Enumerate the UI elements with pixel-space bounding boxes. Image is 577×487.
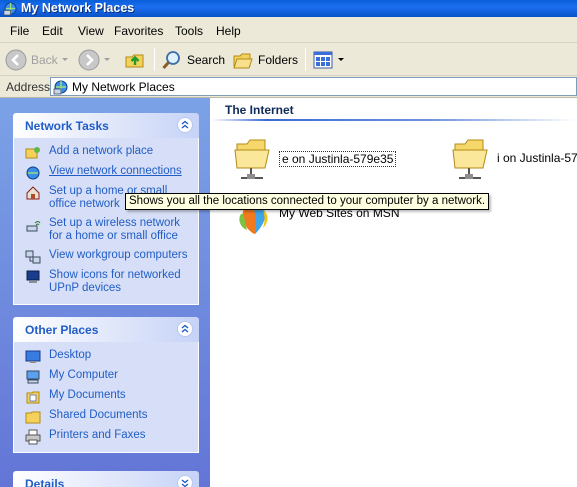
task-label: Show icons for networked UPnP devices [49,269,181,294]
menu-edit[interactable]: Edit [42,24,63,38]
back-button[interactable]: Back [5,46,68,73]
menu-help[interactable]: Help [216,24,241,38]
title-bar[interactable]: My Network Places [0,0,577,17]
explorer-window: My Network Places File Edit View Favorit… [0,0,577,487]
home-network-icon [26,186,40,200]
folders-label: Folders [258,52,299,67]
folders-button[interactable]: Folders [232,46,298,73]
task-add-network-place[interactable]: Add a network place [14,142,198,162]
views-dropdown-icon[interactable] [338,58,344,61]
menu-favorites[interactable]: Favorites [114,24,163,38]
address-field[interactable]: My Network Places [50,77,577,96]
task-view-network-connections[interactable]: View network connections [14,162,198,182]
group-divider [212,119,577,121]
address-bar: Address My Network Places [0,76,577,98]
network-folder-icon [452,139,488,179]
back-arrow-icon [5,49,27,70]
toolbar: Back Search Folders [0,43,577,76]
place-shared-documents[interactable]: Shared Documents [14,406,198,426]
computer-icon [26,370,40,384]
collapse-icon[interactable] [177,321,193,337]
place-label: My Computer [49,369,119,381]
collapse-icon[interactable] [177,117,193,133]
network-tasks-body: Add a network place View network connect… [13,138,199,305]
place-my-documents[interactable]: My Documents [14,386,198,406]
network-places-icon [3,2,17,16]
address-value: My Network Places [72,80,175,94]
details-panel: Details [13,471,199,487]
forward-arrow-icon [78,49,100,70]
documents-icon [26,391,40,404]
network-places-icon [53,80,68,95]
other-places-panel: Other Places Desktop My Computer My Docu… [13,317,199,453]
address-label: Address [6,80,51,94]
search-label: Search [187,52,226,67]
task-setup-wireless-network[interactable]: Set up a wireless network for a home or … [14,214,198,246]
views-button[interactable] [312,46,344,73]
add-network-place-icon [25,147,40,159]
window-title: My Network Places [21,1,135,15]
network-connections-icon [26,166,40,180]
printer-icon [25,429,41,445]
network-place-item[interactable]: e on Justinla-579e35 [233,136,397,186]
forward-button[interactable] [78,46,110,73]
network-place-item[interactable]: i on Justinla-579e [451,136,577,186]
expand-icon[interactable] [177,475,193,487]
task-label: View network connections [49,165,182,177]
place-label: Printers and Faxes [49,429,146,441]
task-show-upnp-icons[interactable]: Show icons for networked UPnP devices [14,266,198,298]
other-places-body: Desktop My Computer My Documents Shared … [13,342,199,453]
upnp-icon [26,270,40,283]
place-desktop[interactable]: Desktop [14,346,198,366]
views-icon [313,51,333,68]
network-folder-icon [234,139,270,179]
back-dropdown-icon[interactable] [61,58,68,61]
shared-folder-icon [25,411,41,424]
network-place-label: e on Justinla-579e35 [279,151,397,167]
menu-file[interactable]: File [10,24,29,38]
toolbar-separator [305,48,306,71]
desktop-icon [25,350,41,363]
other-places-header[interactable]: Other Places [13,317,199,342]
back-label: Back [31,52,58,67]
place-label: My Documents [49,389,126,401]
search-icon [162,50,180,69]
up-folder-icon [125,54,144,67]
task-label: Set up a wireless network for a home or … [49,217,181,242]
network-tasks-header[interactable]: Network Tasks [13,113,199,138]
workgroup-icon [25,250,41,264]
content-pane: The Internet e on Justinla-579e35 i on J… [210,98,577,487]
task-label: View workgroup computers [49,249,188,261]
menu-view[interactable]: View [78,24,104,38]
wireless-network-icon [26,221,41,232]
place-my-computer[interactable]: My Computer [14,366,198,386]
network-place-label: i on Justinla-579e [497,151,577,165]
other-places-title: Other Places [25,323,99,337]
search-button[interactable]: Search [161,46,225,73]
toolbar-separator [154,48,155,71]
tooltip: Shows you all the locations connected to… [125,193,490,210]
details-header[interactable]: Details [13,471,199,487]
task-pane: Network Tasks Add a network place View n… [0,98,210,487]
menu-tools[interactable]: Tools [175,24,203,38]
place-printers-faxes[interactable]: Printers and Faxes [14,426,198,446]
up-button[interactable] [124,46,146,73]
folders-icon [233,53,253,68]
forward-dropdown-icon[interactable] [104,58,110,61]
task-label: Add a network place [49,145,154,157]
place-label: Desktop [49,349,92,361]
place-label: Shared Documents [49,409,148,421]
menu-bar: File Edit View Favorites Tools Help [0,17,577,43]
task-view-workgroup-computers[interactable]: View workgroup computers [14,246,198,266]
group-header: The Internet [225,103,294,117]
details-title: Details [25,477,65,487]
network-tasks-title: Network Tasks [25,119,109,133]
